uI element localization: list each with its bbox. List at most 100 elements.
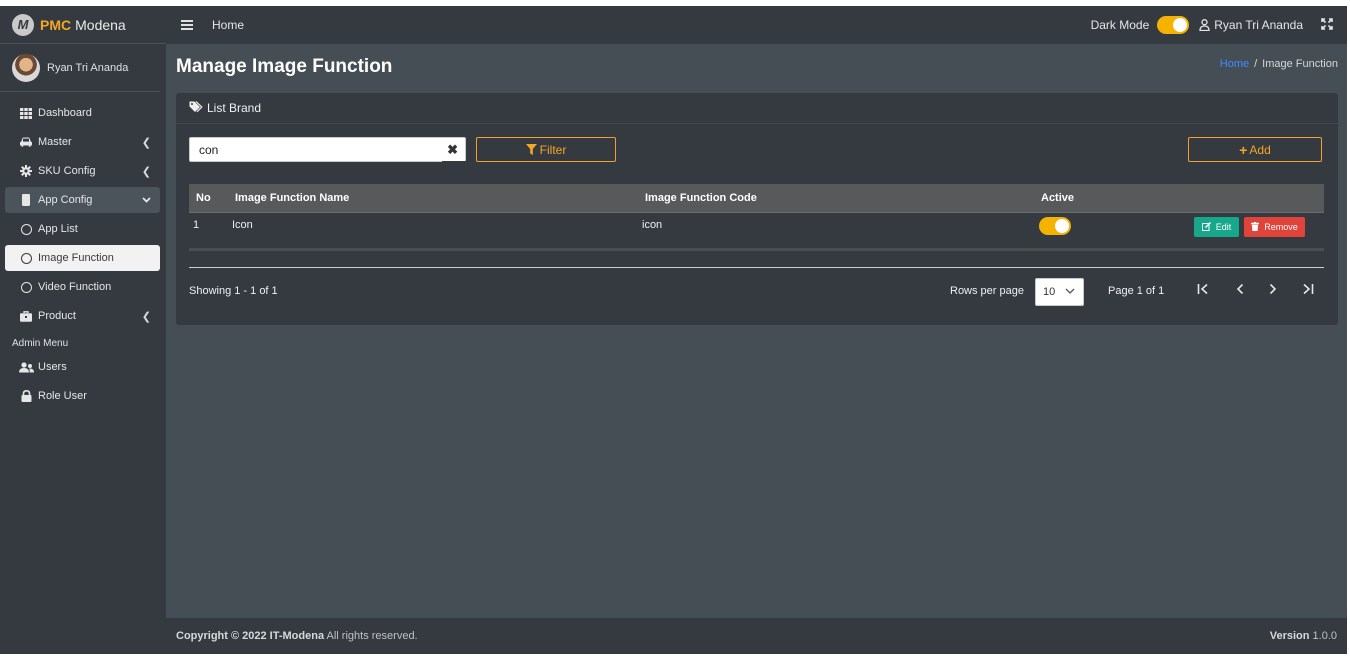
pagination-bar: Showing 1 - 1 of 1 Rows per page 10 Page…	[189, 278, 1324, 306]
filter-icon	[525, 144, 537, 155]
dark-mode-toggle[interactable]	[1157, 16, 1190, 34]
sidebar: M PMC Modena Ryan Tri Ananda Dashboard Ma…	[0, 6, 166, 654]
sidebar-item-label: App List	[38, 223, 78, 235]
fullscreen-icon[interactable]	[1321, 17, 1333, 33]
lock-icon	[18, 390, 34, 402]
version-value: 1.0.0	[1309, 630, 1337, 642]
search-box: ✖	[189, 137, 466, 162]
edit-label: Edit	[1215, 222, 1232, 232]
card-header: List Brand	[176, 93, 1338, 124]
row-no: 1	[193, 219, 200, 231]
users-icon	[18, 361, 34, 373]
version: Version 1.0.0	[1270, 630, 1337, 642]
chevron-down-icon	[1065, 285, 1075, 297]
sidebar-item-label: Dashboard	[38, 107, 92, 119]
col-no: No	[196, 192, 211, 204]
sidebar-item-label: Image Function	[38, 252, 114, 264]
first-page-icon[interactable]	[1197, 282, 1209, 300]
menu-toggle-icon[interactable]	[181, 18, 193, 32]
sidebar-item-app-list[interactable]: App List	[5, 216, 160, 242]
col-active: Active	[1041, 192, 1075, 204]
table-row: 1 Icon icon Edit Remove	[189, 213, 1324, 251]
circle-icon	[18, 252, 34, 264]
circle-icon	[18, 281, 34, 293]
brand[interactable]: M PMC Modena	[0, 6, 166, 44]
dark-mode-label: Dark Mode	[1090, 18, 1150, 32]
circle-icon	[18, 223, 34, 235]
edit-button[interactable]: Edit	[1194, 217, 1239, 237]
admin-menu: Users Role User	[0, 354, 166, 409]
tags-icon	[189, 100, 203, 116]
remove-button[interactable]: Remove	[1244, 217, 1305, 237]
col-name: Image Function Name	[235, 192, 350, 204]
sidebar-item-users[interactable]: Users	[5, 354, 160, 380]
remove-label: Remove	[1264, 222, 1298, 232]
app-window: M PMC Modena Ryan Tri Ananda Dashboard Ma…	[0, 6, 1347, 654]
copyright-bold: Copyright © 2022 IT-Modena	[176, 630, 325, 642]
clear-icon[interactable]: ✖	[447, 142, 458, 158]
admin-menu-header: Admin Menu	[12, 338, 69, 349]
mobile-icon	[18, 194, 34, 206]
card-title: List Brand	[207, 101, 262, 115]
version-label: Version	[1269, 630, 1310, 642]
sidebar-item-label: Product	[38, 310, 76, 322]
trash-icon	[1251, 221, 1260, 233]
add-button[interactable]: + Add	[1188, 137, 1322, 162]
divider	[189, 267, 1324, 268]
user-icon	[1199, 19, 1210, 31]
filter-label: Filter	[539, 142, 567, 157]
sidebar-item-product[interactable]: Product ❮	[5, 303, 160, 329]
showing-text: Showing 1 - 1 of 1	[189, 285, 278, 297]
sidebar-item-image-function[interactable]: Image Function	[5, 245, 160, 271]
last-page-icon[interactable]	[1302, 282, 1314, 300]
page-title: Manage Image Function	[176, 56, 393, 77]
add-label: Add	[1249, 142, 1271, 157]
edit-icon	[1201, 221, 1211, 233]
briefcase-icon	[18, 310, 34, 322]
breadcrumb-current: Image Function	[1262, 58, 1338, 70]
sidebar-item-label: Users	[38, 361, 67, 373]
list-card: List Brand ✖ Filter + Add No Ima	[176, 93, 1338, 325]
breadcrumb-separator: /	[1254, 58, 1258, 70]
grid-icon	[18, 107, 34, 119]
main-content: Manage Image Function Home / Image Functio…	[166, 44, 1347, 618]
avatar	[12, 53, 40, 82]
next-page-icon[interactable]	[1268, 282, 1278, 300]
image-function-table: No Image Function Name Image Function Co…	[189, 184, 1324, 251]
nav-home-link[interactable]: Home	[212, 18, 244, 32]
plus-icon: +	[1239, 141, 1248, 158]
col-code: Image Function Code	[645, 192, 757, 204]
nav-user-name: Ryan Tri Ananda	[1214, 18, 1303, 32]
car-icon	[18, 137, 34, 147]
sidebar-item-video-function[interactable]: Video Function	[5, 274, 160, 300]
nav-user-menu[interactable]: Ryan Tri Ananda	[1199, 18, 1303, 32]
sidebar-item-label: App Config	[38, 194, 93, 206]
filter-button[interactable]: Filter	[476, 137, 616, 162]
sidebar-menu: Dashboard Master ❮ SKU Config ❮ App Conf…	[0, 92, 166, 329]
rows-per-page-label: Rows per page	[950, 285, 1024, 297]
sidebar-item-dashboard[interactable]: Dashboard	[5, 100, 160, 126]
breadcrumb-home-link[interactable]: Home	[1220, 58, 1249, 70]
sidebar-item-app-config[interactable]: App Config	[5, 187, 160, 213]
brand-text: PMC Modena	[40, 17, 126, 33]
top-navbar: Home Dark Mode Ryan Tri Ananda	[166, 6, 1347, 44]
active-toggle[interactable]	[1039, 217, 1071, 235]
brand-pmc: PMC	[40, 16, 72, 33]
rows-per-page-select[interactable]: 10	[1035, 278, 1084, 306]
user-panel[interactable]: Ryan Tri Ananda	[0, 44, 160, 92]
sidebar-item-sku-config[interactable]: SKU Config ❮	[5, 158, 160, 184]
chevron-left-icon: ❮	[141, 165, 151, 178]
sidebar-item-label: Master	[38, 136, 72, 148]
table-header: No Image Function Name Image Function Co…	[189, 184, 1324, 213]
sidebar-item-master[interactable]: Master ❮	[5, 129, 160, 155]
sidebar-item-label: SKU Config	[38, 165, 96, 177]
search-underline	[442, 161, 466, 162]
page-footer: Copyright © 2022 IT-Modena All rights re…	[166, 618, 1347, 654]
copyright: Copyright © 2022 IT-Modena All rights re…	[176, 630, 418, 642]
search-input[interactable]	[190, 138, 440, 161]
sidebar-item-label: Video Function	[38, 281, 112, 293]
prev-page-icon[interactable]	[1235, 282, 1245, 300]
rows-per-page-value: 10	[1043, 286, 1056, 298]
sidebar-item-role-user[interactable]: Role User	[5, 383, 160, 409]
row-name: Icon	[232, 219, 253, 231]
